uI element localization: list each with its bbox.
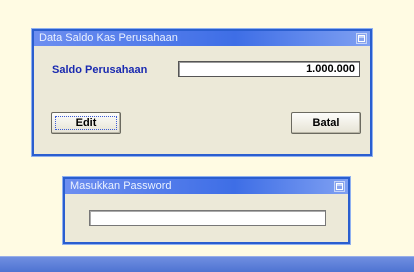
password-window: Masukkan Password (63, 177, 350, 244)
window-control-icon[interactable] (334, 181, 345, 192)
password-field[interactable] (89, 210, 326, 226)
batal-button-label: Batal (312, 117, 340, 129)
focus-ring (55, 116, 117, 130)
saldo-perusahaan-field[interactable]: 1.000.000 (178, 61, 360, 77)
batal-button[interactable]: Batal (291, 112, 361, 134)
window-control-icon[interactable] (356, 33, 367, 44)
password-window-title: Masukkan Password (70, 180, 172, 192)
saldo-perusahaan-label: Saldo Perusahaan (52, 64, 148, 76)
saldo-window-titlebar[interactable]: Data Saldo Kas Perusahaan (34, 31, 370, 46)
saldo-window-title: Data Saldo Kas Perusahaan (39, 32, 178, 44)
edit-button[interactable]: Edit (51, 112, 121, 134)
password-window-titlebar[interactable]: Masukkan Password (65, 179, 348, 194)
taskbar (0, 256, 414, 272)
saldo-window: Data Saldo Kas Perusahaan Saldo Perusaha… (32, 29, 372, 156)
desktop-background: Data Saldo Kas Perusahaan Saldo Perusaha… (0, 0, 414, 272)
